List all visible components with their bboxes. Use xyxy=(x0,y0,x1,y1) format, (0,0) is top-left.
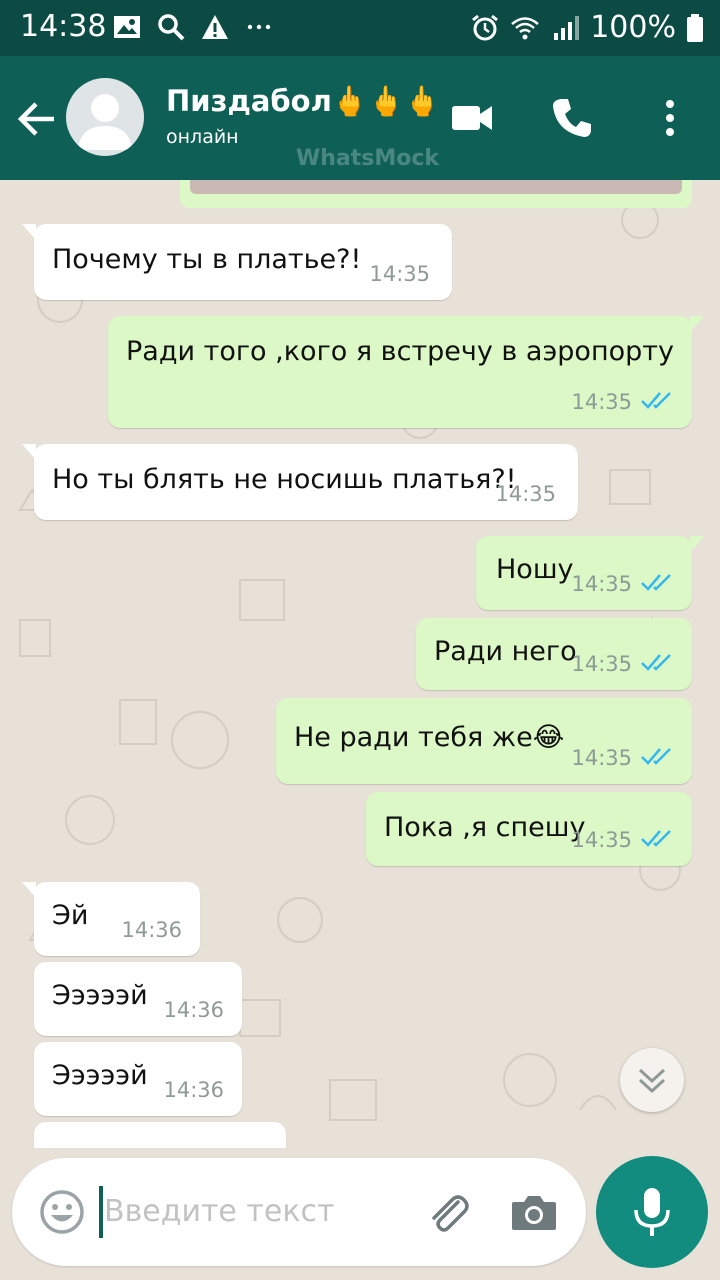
message-time: 14:36 xyxy=(163,1078,224,1102)
message-text: Эээээй xyxy=(52,1060,148,1091)
message-incoming[interactable]: Эээээй 14:36 xyxy=(34,962,242,1036)
image-message-partial[interactable] xyxy=(180,180,692,208)
message-input[interactable]: Введите текст xyxy=(104,1194,334,1229)
message-incoming[interactable]: Эй 14:36 xyxy=(22,882,200,956)
status-time: 14:38 xyxy=(20,9,107,44)
message-time: 14:36 xyxy=(163,998,224,1022)
more-notifications-icon xyxy=(247,24,271,30)
bubble-tail xyxy=(22,224,36,240)
status-system-icons: 100% xyxy=(470,10,704,45)
message-outgoing[interactable]: Не ради тебя же😂 14:35 xyxy=(276,698,692,784)
voice-record-button[interactable] xyxy=(596,1156,708,1268)
message-time: 14:35 xyxy=(369,262,430,286)
microphone-icon xyxy=(634,1188,670,1236)
double-chevron-down-icon xyxy=(638,1068,666,1094)
attach-icon[interactable] xyxy=(422,1188,472,1238)
message-text: Эээээй xyxy=(52,980,148,1011)
message-outgoing[interactable]: Пока ,я спешу 14:35 xyxy=(366,792,692,866)
bubble-tail xyxy=(690,536,704,552)
message-time: 14:35 xyxy=(571,828,632,852)
bubble-tail xyxy=(690,316,704,332)
status-bar: 14:38 100% xyxy=(0,0,720,56)
message-incoming[interactable]: Но ты блять не носишь платья?! 14:35 xyxy=(22,444,578,520)
message-outgoing[interactable]: Ношу 14:35 xyxy=(476,536,704,610)
read-ticks-icon xyxy=(641,574,671,591)
scroll-to-bottom-button[interactable] xyxy=(620,1048,684,1112)
back-arrow-icon[interactable] xyxy=(14,96,60,142)
voice-call-icon[interactable] xyxy=(548,94,596,142)
message-text: Ношу xyxy=(496,554,574,585)
contact-online-status: онлайн xyxy=(166,126,239,148)
message-time: 14:35 xyxy=(571,572,632,596)
message-outgoing[interactable]: Ради того ,кого я встречу в аэропорту 14… xyxy=(108,316,704,428)
read-ticks-icon xyxy=(641,392,671,409)
wifi-icon xyxy=(511,16,540,39)
message-text: Почему ты в платье?! xyxy=(52,244,362,275)
alarm-icon xyxy=(472,14,499,40)
message-text: Ради того ,кого я встречу в аэропорту xyxy=(126,336,674,367)
message-incoming-partial[interactable] xyxy=(34,1122,286,1148)
watermark: WhatsMock xyxy=(296,146,440,171)
gallery-icon xyxy=(114,16,140,38)
read-ticks-icon xyxy=(641,748,671,765)
text-cursor xyxy=(99,1186,103,1238)
message-text: Но ты блять не носишь платья?! xyxy=(52,464,517,495)
message-text: Ради него xyxy=(434,636,577,667)
message-text: Не ради тебя же😂 xyxy=(294,722,565,753)
battery-icon xyxy=(687,13,703,42)
status-notification-icons xyxy=(112,12,274,42)
warning-icon xyxy=(202,15,228,39)
message-outgoing[interactable]: Ради него 14:35 xyxy=(416,618,692,690)
message-composer[interactable]: Введите текст xyxy=(12,1158,586,1266)
contact-name[interactable]: Пиздабол🖕🖕🖕 xyxy=(166,84,440,119)
message-text: Эй xyxy=(52,900,89,931)
read-ticks-icon xyxy=(641,654,671,671)
default-avatar-icon xyxy=(78,94,132,150)
message-time: 14:35 xyxy=(571,652,632,676)
message-time: 14:35 xyxy=(495,482,556,506)
message-time: 14:35 xyxy=(571,390,632,414)
bubble-tail xyxy=(22,444,36,460)
search-icon xyxy=(158,14,185,41)
emoji-icon[interactable] xyxy=(38,1188,86,1236)
chat-area[interactable]: Почему ты в платье?! 14:35 Ради того ,ко… xyxy=(0,180,720,1148)
signal-icon xyxy=(554,15,580,40)
more-options-icon[interactable] xyxy=(646,94,694,142)
message-time: 14:36 xyxy=(121,918,182,942)
contact-avatar[interactable] xyxy=(66,78,144,156)
battery-percent: 100% xyxy=(590,10,676,45)
message-incoming[interactable]: Почему ты в платье?! 14:35 xyxy=(22,224,452,300)
read-ticks-icon xyxy=(641,830,671,847)
message-time: 14:35 xyxy=(571,746,632,770)
message-text: Пока ,я спешу xyxy=(384,812,586,843)
bubble-tail xyxy=(22,882,36,898)
chat-header: Пиздабол🖕🖕🖕 онлайн WhatsMock xyxy=(0,56,720,180)
video-call-icon[interactable] xyxy=(448,94,496,142)
camera-icon[interactable] xyxy=(508,1188,560,1238)
message-incoming[interactable]: Эээээй 14:36 xyxy=(34,1042,242,1116)
image-thumbnail[interactable] xyxy=(190,180,682,194)
